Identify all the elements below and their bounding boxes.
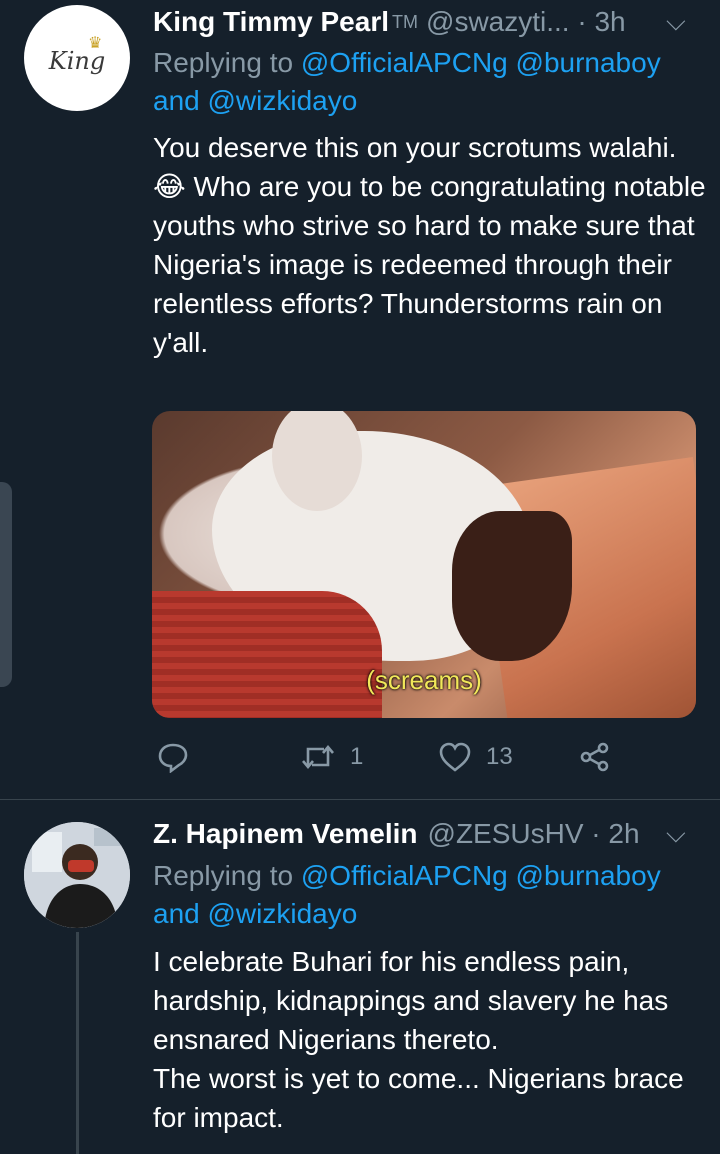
handle-time: @swazyti... · 3h <box>426 6 626 37</box>
tweet-media-gif[interactable]: (screams) <box>152 411 696 718</box>
display-name[interactable]: King Timmy Pearl <box>153 4 389 40</box>
tweet-text: You deserve this on your scrotums walahi… <box>153 128 713 362</box>
retweet-button[interactable]: 1 <box>300 741 363 773</box>
crown-icon: ♛ <box>88 35 103 52</box>
mention-link[interactable]: @wizkidayo <box>208 85 358 116</box>
tweet-text-part: Who are you to be congratulating notable… <box>153 171 714 358</box>
replying-to: Replying to @OfficialAPCNg @burnaboy and… <box>153 44 713 120</box>
tweet-text: I celebrate Buhari for his endless pain,… <box>153 946 684 1133</box>
like-count: 13 <box>486 743 513 770</box>
replying-to: Replying to @OfficialAPCNg @burnaboy and… <box>153 857 713 933</box>
mention-link[interactable]: @OfficialAPCNg <box>301 860 508 891</box>
reply-button[interactable] <box>157 741 189 773</box>
mention-link[interactable]: @OfficialAPCNg <box>301 47 508 78</box>
tweet-header: Z. Hapinem Vemelin @ZESUsHV · 2h <box>153 816 640 852</box>
media-goat-mouth <box>452 511 572 661</box>
mention-link[interactable]: @wizkidayo <box>208 898 358 929</box>
reply-and[interactable]: and <box>153 898 200 929</box>
share-button[interactable] <box>578 741 612 773</box>
handle-time: @ZESUsHV · 2h <box>427 818 640 849</box>
scroll-handle[interactable] <box>0 482 12 687</box>
share-icon <box>580 742 609 772</box>
avatar-photo <box>24 822 130 928</box>
media-caption: (screams) <box>366 665 482 695</box>
display-name[interactable]: Z. Hapinem Vemelin <box>153 816 418 852</box>
mention-link[interactable]: @burnaboy <box>516 47 661 78</box>
avatar[interactable]: ♛ King <box>24 5 130 111</box>
like-button[interactable]: 13 <box>438 741 513 773</box>
tweet-divider <box>0 799 720 800</box>
chevron-down-icon[interactable]: ⌵ <box>666 818 686 850</box>
thread-line <box>76 932 79 1154</box>
avatar[interactable] <box>24 822 130 928</box>
laughing-emoji-icon: 😂 <box>153 171 186 202</box>
tweet-text-part: You deserve this on your scrotums walahi… <box>153 132 677 163</box>
tweet-header: King Timmy Pearl TM @swazyti... · 3h <box>153 4 626 40</box>
reply-prefix: Replying to <box>153 47 294 78</box>
chevron-down-icon[interactable]: ⌵ <box>666 6 686 38</box>
heart-icon <box>439 742 471 772</box>
reply-icon <box>158 743 188 773</box>
reply-prefix: Replying to <box>153 860 294 891</box>
retweet-icon <box>302 744 334 770</box>
retweet-count: 1 <box>350 743 364 770</box>
tweet-actions: 1 13 <box>0 735 720 783</box>
media-sweater <box>152 591 382 718</box>
mention-link[interactable]: @burnaboy <box>516 860 661 891</box>
reply-and[interactable]: and <box>153 85 200 116</box>
name-suffix: TM <box>392 12 419 32</box>
